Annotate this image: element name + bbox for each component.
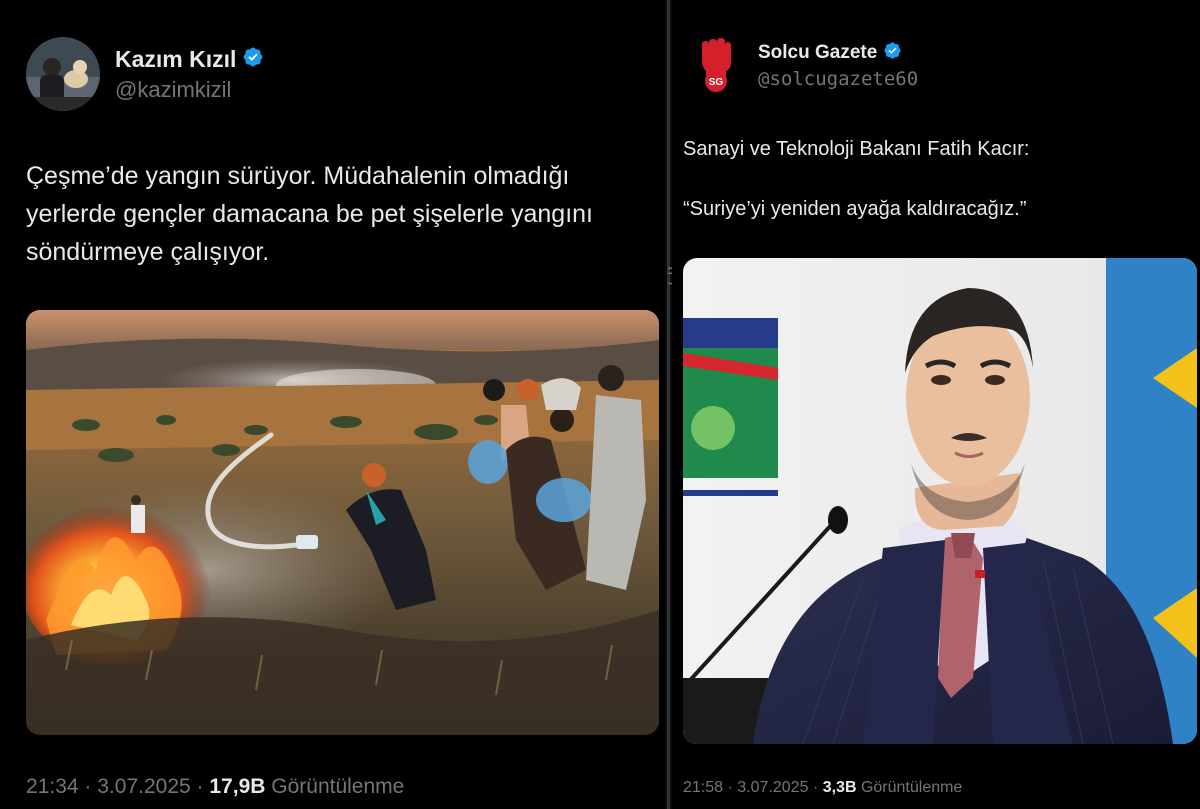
right-tweet-header: SG Solcu Gazete @solcugazete60 <box>696 37 918 93</box>
tweet-text: Çeşme’de yangın sürüyor. Müdahalenin olm… <box>26 162 594 266</box>
avatar[interactable]: SG <box>696 37 736 93</box>
views-count: 3,3B <box>822 779 857 796</box>
meta-separator: · <box>812 779 819 796</box>
author-handle[interactable]: @kazimkizil <box>115 77 264 103</box>
tweet-date[interactable]: 3.07.2025 <box>737 779 808 796</box>
author-info: Solcu Gazete @solcugazete60 <box>758 41 918 90</box>
right-tweet: SG Solcu Gazete @solcugazete60 Sanayi ve… <box>672 0 1200 809</box>
tweet-text-quote: “Suriye’yi yeniden ayağa kaldıracağız.” <box>683 198 1027 220</box>
avatar[interactable] <box>26 37 100 111</box>
author-info: Kazım Kızıl @kazimkizil <box>115 46 264 103</box>
views-label: Görüntülenme <box>271 775 405 798</box>
left-tweet: Kazım Kızıl @kazimkizil Çeşme’de yangın … <box>0 0 665 809</box>
tweet-text-line1: Sanayi ve Teknoloji Bakanı Fatih Kacır: <box>683 138 1030 160</box>
views-label: Görüntülenme <box>860 779 963 796</box>
panel-divider <box>665 0 672 809</box>
tweet-time[interactable]: 21:34 <box>26 775 79 798</box>
author-name[interactable]: Kazım Kızıl <box>115 46 236 73</box>
meta-separator: · <box>727 779 733 796</box>
tweet-media-minister-photo[interactable] <box>683 258 1197 744</box>
tweet-text: Sanayi ve Teknoloji Bakanı Fatih Kacır: … <box>683 134 1193 224</box>
author-name[interactable]: Solcu Gazete <box>758 42 877 64</box>
verified-badge-icon <box>883 41 902 65</box>
tweet-media-wildfire-photo[interactable] <box>26 310 659 735</box>
views-count: 17,9B <box>209 775 266 798</box>
tweet-date[interactable]: 3.07.2025 <box>97 775 190 798</box>
tweet-time[interactable]: 21:58 <box>683 779 723 796</box>
tweet-meta: 21:34 · 3.07.2025 · 17,9B Görüntülenme <box>26 775 404 799</box>
author-handle[interactable]: @solcugazete60 <box>758 68 918 90</box>
meta-separator: · <box>196 775 204 798</box>
meta-separator: · <box>84 775 92 798</box>
logo-text: SG <box>709 77 724 88</box>
left-tweet-header: Kazım Kızıl @kazimkizil <box>26 37 264 111</box>
tweet-meta: 21:58 · 3.07.2025 · 3,3B Görüntülenme <box>683 779 962 797</box>
verified-badge-icon <box>242 46 264 73</box>
